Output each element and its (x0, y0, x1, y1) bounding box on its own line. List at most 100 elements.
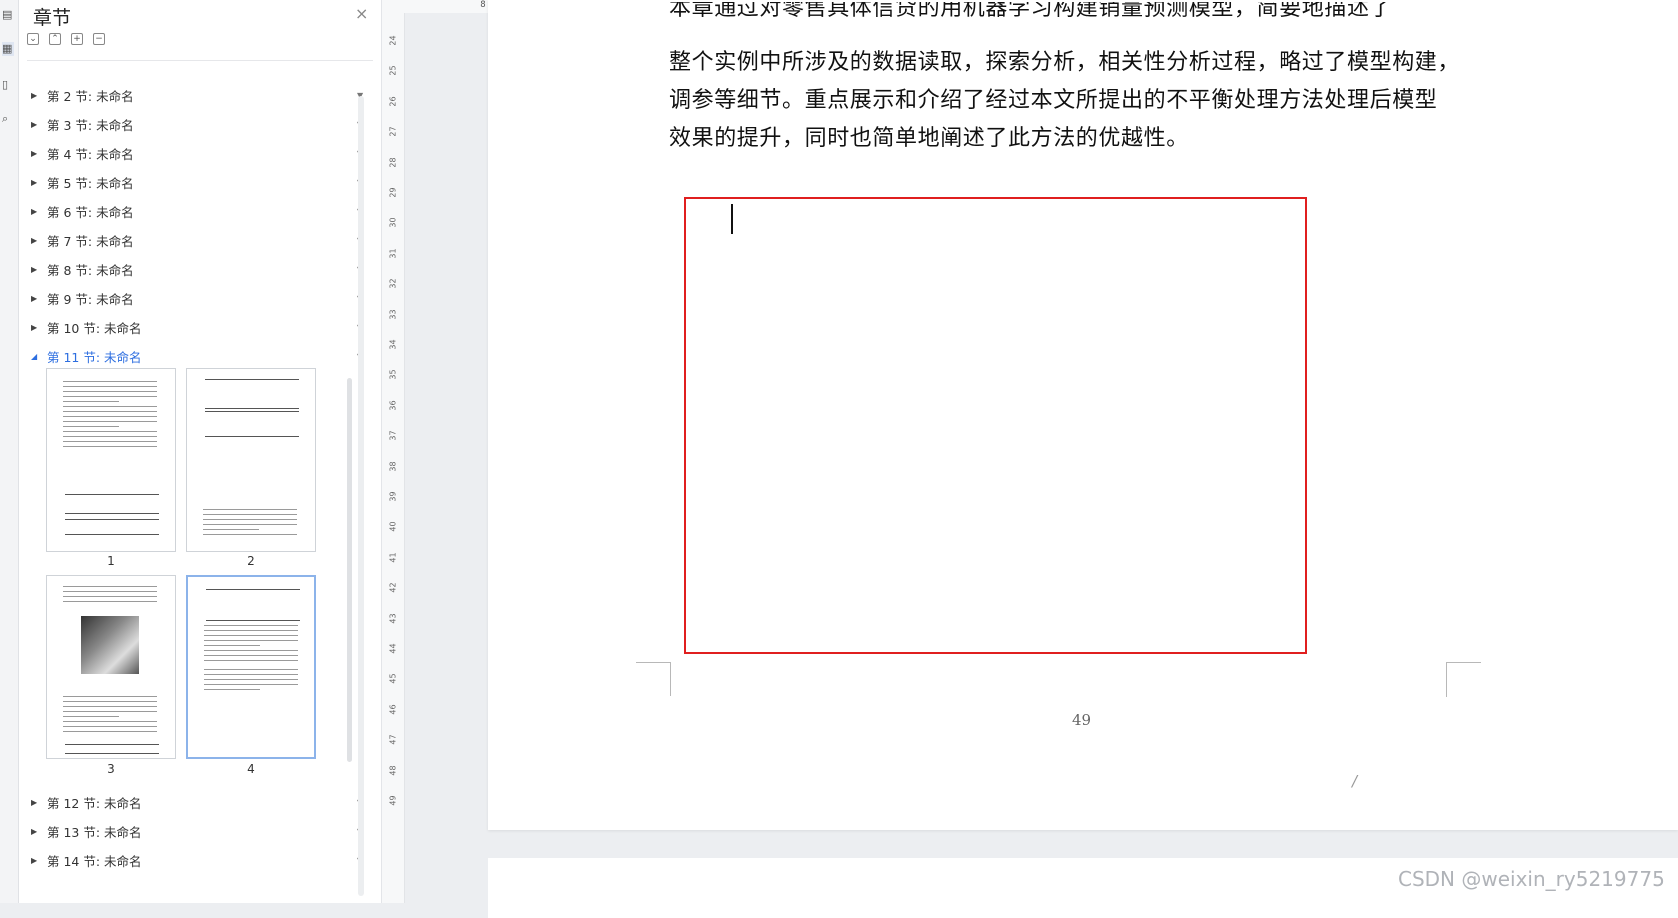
collapsed-triangle-icon[interactable]: ▶ (31, 294, 47, 303)
ruler-tick: 25 (388, 65, 398, 76)
page-thumbnail-3[interactable] (46, 575, 176, 759)
thumbnail-text-line (204, 640, 298, 641)
page-thumbnail-2[interactable] (186, 368, 316, 552)
thumbnail-text-line (63, 711, 157, 712)
search-icon[interactable]: ⌕ (2, 112, 14, 126)
ruler-tick: 42 (388, 582, 398, 593)
thumbnail-text-line (63, 431, 157, 432)
collapsed-triangle-icon[interactable]: ▶ (31, 178, 47, 187)
collapsed-triangle-icon[interactable]: ▶ (31, 236, 47, 245)
expanded-triangle-icon[interactable]: ◢ (31, 352, 47, 361)
empty-frame[interactable] (684, 197, 1307, 654)
section-item[interactable]: ▶第 3 节: 未命名▼ (31, 113, 371, 135)
panel-scrollbar[interactable] (358, 96, 364, 896)
section-label: 第 2 节: 未命名 (47, 88, 134, 104)
section-label: 第 9 节: 未命名 (47, 291, 134, 307)
thumbnail-text-line (63, 381, 157, 382)
section-label: 第 10 节: 未命名 (47, 320, 142, 336)
outline-icon[interactable]: ▤ (2, 8, 14, 22)
thumbnail-text-line (204, 674, 298, 675)
section-item[interactable]: ▶第 9 节: 未命名▼ (31, 287, 371, 309)
collapsed-triangle-icon[interactable]: ▶ (31, 207, 47, 216)
thumbnail-text-line (63, 421, 157, 422)
thumbnail-label: 3 (107, 762, 115, 776)
thumbnail-text-line (63, 446, 157, 447)
document-page[interactable]: 本章通过对零售具体信贷的用机器学习构建销量预测模型，简要地描述了 整个实例中所涉… (488, 0, 1678, 830)
thumbnail-text-line (204, 655, 298, 656)
ruler-tick: 27 (388, 126, 398, 137)
page-thumbnail-1[interactable] (46, 368, 176, 552)
ruler-tick: 31 (388, 248, 398, 259)
watermark: CSDN @weixin_ry5219775 (1398, 867, 1665, 891)
remove-section-button[interactable]: − (93, 33, 105, 45)
page-thumbnail-4[interactable] (186, 575, 316, 759)
thumbnail-table (205, 411, 299, 437)
thumbnail-table (65, 519, 159, 535)
collapsed-triangle-icon[interactable]: ▶ (31, 323, 47, 332)
section-label: 第 8 节: 未命名 (47, 262, 134, 278)
section-item[interactable]: ◢第 11 节: 未命名▼ (31, 345, 371, 367)
thumbnail-text-line (63, 721, 157, 722)
add-section-button[interactable]: + (71, 33, 83, 45)
section-label: 第 14 节: 未命名 (47, 853, 142, 869)
collapsed-triangle-icon[interactable]: ▶ (31, 91, 47, 100)
section-label: 第 7 节: 未命名 (47, 233, 134, 249)
ruler-tick: 36 (388, 400, 398, 411)
section-item[interactable]: ▶第 8 节: 未命名▼ (31, 258, 371, 280)
thumbnail-heatmap (81, 616, 139, 674)
bookmark-icon[interactable]: ▯ (2, 78, 14, 92)
ruler-tick: 26 (388, 96, 398, 107)
thumbnail-table (65, 494, 159, 514)
collapse-all-button[interactable]: ⌄ (27, 33, 39, 45)
thumbnail-text-line (63, 411, 157, 412)
ruler-tick: 48 (388, 765, 398, 776)
paragraph-line: 调参等细节。重点展示和介绍了经过本文所提出的不平衡处理方法处理后模型 (669, 88, 1438, 113)
section-item[interactable]: ▶第 10 节: 未命名▼ (31, 316, 371, 338)
thumbnail-text-line (63, 726, 157, 727)
section-item[interactable]: ▶第 14 节: 未命名▼ (31, 849, 371, 871)
thumbnail-table (65, 744, 159, 754)
thumbnail-text-line (63, 586, 157, 587)
collapsed-triangle-icon[interactable]: ▶ (31, 827, 47, 836)
ruler-tick: 41 (388, 552, 398, 563)
panel-title: 章节 (33, 7, 72, 29)
thumbnail-text-line (63, 401, 120, 402)
collapsed-triangle-icon[interactable]: ▶ (31, 798, 47, 807)
section-item[interactable]: ▶第 13 节: 未命名▼ (31, 820, 371, 842)
thumbnail-text-line (63, 416, 157, 417)
collapsed-triangle-icon[interactable]: ▶ (31, 265, 47, 274)
section-item[interactable]: ▶第 12 节: 未命名▼ (31, 791, 371, 813)
section-item[interactable]: ▶第 4 节: 未命名▼ (31, 142, 371, 164)
section-item[interactable]: ▶ 第 2 节: 未命名 ▼ (31, 84, 371, 106)
ruler-tick: 35 (388, 369, 398, 380)
thumbnail-text-line (63, 696, 157, 697)
section-item[interactable]: ▶第 5 节: 未命名▼ (31, 171, 371, 193)
thumbnail-text-line (204, 650, 298, 651)
section-label: 第 11 节: 未命名 (47, 349, 142, 365)
thumbnail-text-line (63, 716, 120, 717)
crop-mark (636, 662, 671, 664)
thumbnail-text-line (63, 436, 157, 437)
thumbnail-text-line (63, 706, 157, 707)
ruler-tick: 44 (388, 643, 398, 654)
collapsed-triangle-icon[interactable]: ▶ (31, 120, 47, 129)
panel-divider (27, 60, 373, 61)
close-icon[interactable]: × (355, 4, 368, 23)
section-scrollbar[interactable] (347, 378, 352, 762)
expand-up-button[interactable]: ⌃ (49, 33, 61, 45)
ruler-tick: 24 (388, 35, 398, 46)
chapter-panel: 章节 × ⌄ ⌃ + − ▶第 2 节: 未命名▼▶第 3 节: 未命名▼▶第 … (19, 0, 382, 903)
collapsed-triangle-icon[interactable]: ▶ (31, 149, 47, 158)
thumbnail-text-line (203, 534, 297, 535)
thumbnail-text-line (204, 669, 298, 670)
thumbnail-text-line (63, 386, 157, 387)
chapter-icon[interactable]: ▦ (2, 42, 14, 56)
thumbnail-text-line (63, 441, 157, 442)
paragraph-line: 效果的提升，同时也简单地阐述了此方法的优越性。 (669, 126, 1189, 151)
section-item[interactable]: ▶第 6 节: 未命名▼ (31, 200, 371, 222)
section-item[interactable]: ▶第 7 节: 未命名▼ (31, 229, 371, 251)
thumbnail-text-line (204, 660, 298, 661)
collapsed-triangle-icon[interactable]: ▶ (31, 856, 47, 865)
thumbnail-table (205, 379, 299, 409)
thumbnail-table (206, 589, 300, 621)
